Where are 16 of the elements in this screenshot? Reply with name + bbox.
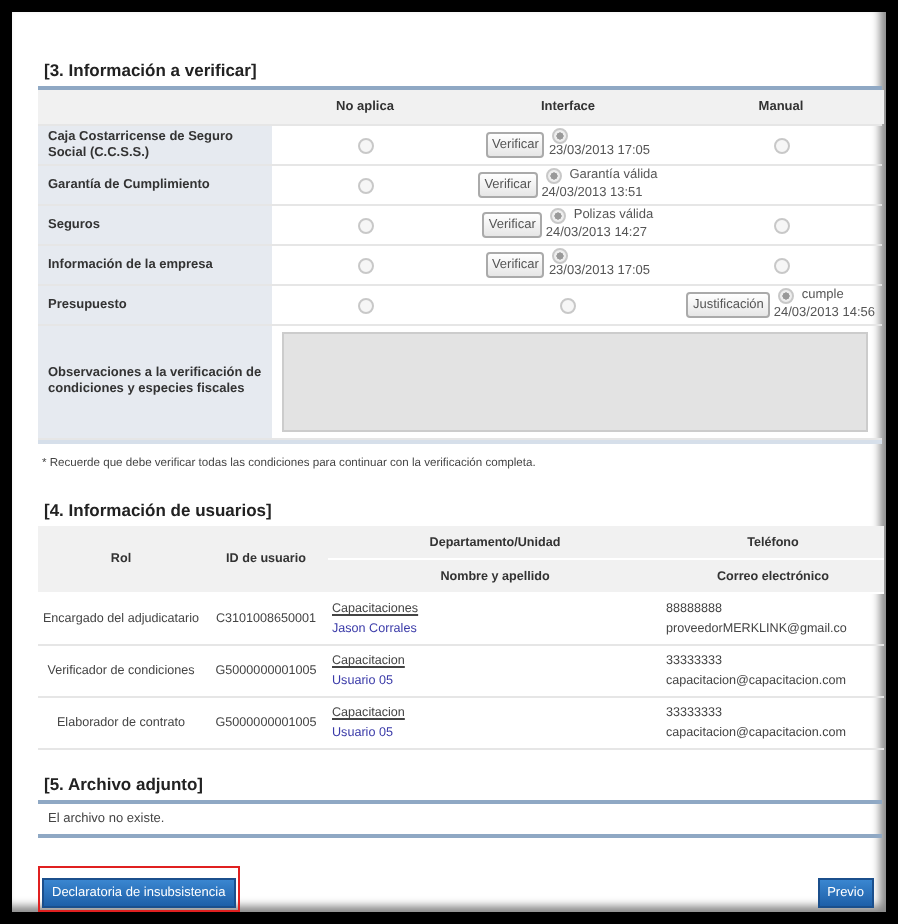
radio-button[interactable] — [357, 137, 373, 153]
radio-button[interactable] — [773, 257, 789, 273]
radio-button[interactable] — [357, 217, 373, 233]
radio-button[interactable] — [549, 208, 566, 225]
radio-button[interactable] — [545, 168, 562, 185]
radio-button[interactable] — [357, 297, 373, 313]
radio-button[interactable] — [773, 137, 789, 153]
section-title: [5. Archivo adjunto] — [42, 774, 205, 798]
section-title: [4. Información de usuarios] — [42, 500, 274, 525]
radio-button[interactable] — [560, 297, 576, 313]
radio-button[interactable] — [552, 128, 569, 145]
radio-button[interactable] — [357, 177, 373, 193]
radio-button[interactable] — [552, 248, 569, 265]
radio-button[interactable] — [357, 257, 373, 273]
radio-button[interactable] — [777, 288, 794, 305]
radio-button[interactable] — [773, 217, 789, 233]
